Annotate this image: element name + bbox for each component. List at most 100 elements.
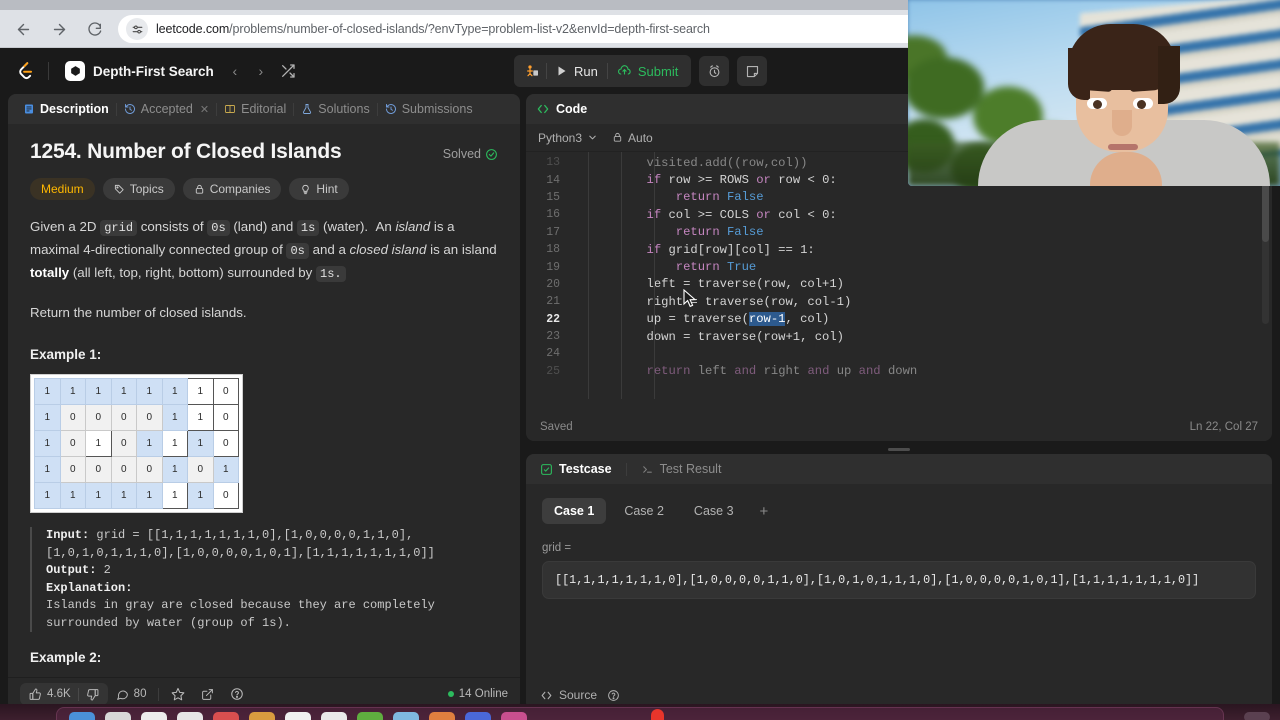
- testcase-tab-separator: [625, 462, 627, 476]
- topic-label: Depth-First Search: [93, 63, 214, 79]
- grid-cell: 1: [212, 456, 239, 483]
- next-problem-button[interactable]: ›: [250, 60, 272, 82]
- case-tab-2[interactable]: Case 2: [612, 498, 676, 524]
- shuffle-icon[interactable]: [280, 63, 296, 79]
- language-selector[interactable]: Python3: [538, 131, 598, 145]
- dock-icon-7[interactable]: [285, 712, 311, 720]
- hint-button[interactable]: Hint: [289, 178, 349, 200]
- reload-icon[interactable]: [80, 14, 110, 44]
- tab-code[interactable]: Code: [536, 102, 587, 116]
- desktop-dock[interactable]: [56, 707, 1224, 720]
- source-button[interactable]: Source: [540, 688, 597, 702]
- line-number: 16: [546, 208, 560, 222]
- help-icon[interactable]: [222, 687, 252, 701]
- comments-button[interactable]: 80: [108, 688, 155, 701]
- dock-icon-5[interactable]: [213, 712, 239, 720]
- grid-row: 10000101: [34, 456, 239, 483]
- tab-description[interactable]: Description: [16, 94, 116, 124]
- output-value: 2: [103, 563, 111, 577]
- dock-icon-10[interactable]: [393, 712, 419, 720]
- forward-arrow-icon[interactable]: [44, 14, 74, 44]
- help-icon[interactable]: [607, 689, 620, 702]
- grid-cell: 1: [59, 482, 86, 509]
- cursor-position: Ln 22, Col 27: [1189, 421, 1258, 433]
- dock-trash-icon[interactable]: [1244, 712, 1270, 720]
- grid-cell: 1: [34, 482, 61, 509]
- grid-cell: 0: [85, 456, 112, 483]
- case-tab-1[interactable]: Case 1: [542, 498, 607, 524]
- grid-cell: 1: [59, 378, 86, 405]
- code-line-text: left = traverse(row, col+1): [588, 277, 844, 292]
- grid-cell: 0: [85, 404, 112, 431]
- topics-label: Topics: [129, 182, 164, 196]
- dock-icon-4[interactable]: [177, 712, 203, 720]
- checkbox-icon: [541, 463, 552, 475]
- tab-description-label: Description: [40, 102, 109, 116]
- case-tabs: Case 1 Case 2 Case 3 +: [542, 498, 1256, 524]
- dock-icon-11[interactable]: [429, 712, 455, 720]
- input-value-line2: [1,0,1,0,1,1,1,0],[1,0,0,0,0,1,0,1],[1,1…: [46, 545, 435, 560]
- auto-toggle[interactable]: Auto: [612, 131, 653, 145]
- run-button[interactable]: Run: [547, 58, 607, 84]
- note-icon[interactable]: [737, 56, 768, 86]
- timer-icon[interactable]: [699, 56, 730, 86]
- run-submit-box: Run Submit: [514, 55, 692, 87]
- topics-button[interactable]: Topics: [102, 178, 175, 200]
- case-tab-3[interactable]: Case 3: [682, 498, 746, 524]
- grid-cell: 0: [212, 404, 239, 431]
- inline-code-grid: grid: [100, 220, 138, 236]
- page-title: 1254. Number of Closed Islands: [30, 140, 342, 163]
- grid-cell: 1: [161, 482, 188, 509]
- dock-icon-1[interactable]: [69, 712, 95, 720]
- chevron-down-icon: [589, 135, 596, 140]
- tab-editorial[interactable]: Editorial: [217, 94, 293, 124]
- dock-icon-13[interactable]: [501, 712, 527, 720]
- tab-submissions-label: Submissions: [401, 102, 473, 116]
- dock-icon-3[interactable]: [141, 712, 167, 720]
- tag-icon: [114, 184, 124, 194]
- code-editor[interactable]: 13 visited.add((row,col)) 14 if row >= RO…: [526, 152, 1272, 413]
- upvote-button[interactable]: 4.6K: [22, 683, 78, 705]
- address-bar-text: leetcode.com/problems/number-of-closed-i…: [156, 22, 710, 36]
- tab-submissions[interactable]: Submissions: [378, 94, 480, 124]
- line-number: 23: [546, 330, 560, 344]
- companies-button[interactable]: Companies: [182, 178, 282, 200]
- dock-icon-8[interactable]: [321, 712, 347, 720]
- grid-cell: 0: [110, 404, 137, 431]
- line-number: 24: [546, 347, 560, 361]
- tab-testcase[interactable]: Testcase: [536, 462, 616, 476]
- site-settings-icon[interactable]: [126, 18, 148, 40]
- dock-icon-12[interactable]: [465, 712, 491, 720]
- debug-icon[interactable]: [518, 58, 546, 84]
- explanation-line1: Islands in gray are closed because they …: [46, 598, 435, 612]
- description-tabs: Description Accepted ✕ Editorial Solutio…: [8, 94, 520, 124]
- tab-accepted[interactable]: Accepted ✕: [117, 94, 216, 124]
- share-icon[interactable]: [193, 688, 222, 701]
- tab-solutions[interactable]: Solutions: [294, 94, 376, 124]
- downvote-button[interactable]: [79, 683, 106, 705]
- grid-cell: 0: [136, 456, 163, 483]
- prev-problem-button[interactable]: ‹: [224, 60, 246, 82]
- code-line: 21 right = traverse(row, col-1): [526, 293, 1272, 310]
- topic-selector[interactable]: Depth-First Search: [59, 57, 220, 85]
- input-label: Input:: [46, 528, 90, 542]
- difficulty-badge[interactable]: Medium: [30, 178, 95, 200]
- close-icon[interactable]: ✕: [200, 103, 209, 116]
- code-line: 22 up = traverse(row-1, col): [526, 311, 1272, 328]
- submit-button[interactable]: Submit: [608, 58, 687, 84]
- dock-icon-2[interactable]: [105, 712, 131, 720]
- tab-test-result[interactable]: Test Result: [637, 462, 726, 476]
- vote-group: 4.6K: [20, 683, 108, 705]
- inline-code-1s-2: 1s.: [316, 266, 346, 282]
- leetcode-logo[interactable]: [12, 58, 38, 84]
- tab-editorial-label: Editorial: [241, 102, 287, 116]
- back-arrow-icon[interactable]: [8, 14, 38, 44]
- grid-table: 1111111010000110101011101000010111111110: [34, 378, 239, 509]
- testcase-content: Case 1 Case 2 Case 3 + grid = [[1,1,1,1,…: [526, 484, 1272, 680]
- grid-cell: 1: [187, 378, 214, 405]
- grid-input-field[interactable]: [[1,1,1,1,1,1,1,0],[1,0,0,0,0,1,1,0],[1,…: [542, 561, 1256, 599]
- add-case-button[interactable]: +: [752, 503, 777, 520]
- dock-icon-9[interactable]: [357, 712, 383, 720]
- dock-icon-6[interactable]: [249, 712, 275, 720]
- star-icon[interactable]: [163, 687, 193, 701]
